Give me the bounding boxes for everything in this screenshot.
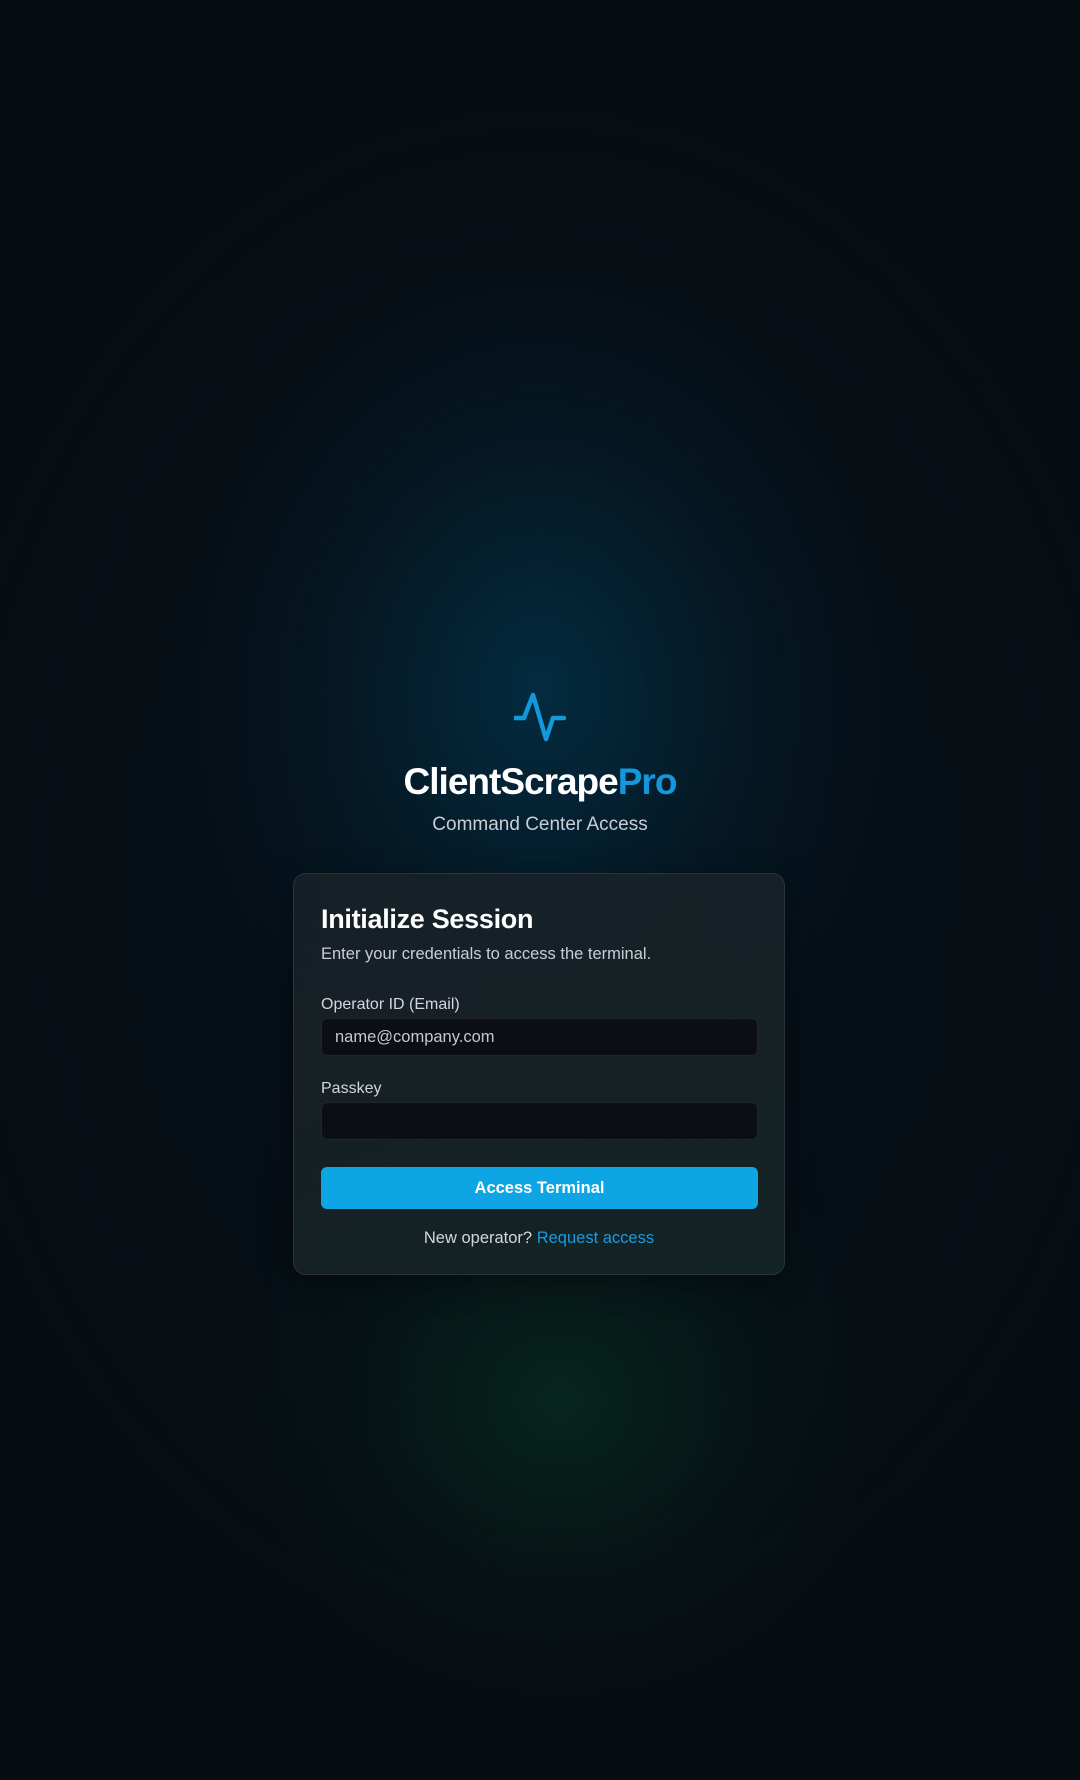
request-access-link[interactable]: Request access [537,1229,654,1247]
brand-name-accent: Pro [617,761,678,802]
passkey-label: Passkey [321,1080,382,1097]
footer-prompt: New operator? [423,1229,533,1247]
email-label: Operator ID (Email) [321,996,460,1013]
brand-tagline: Command Center Access [432,814,648,835]
pulse-icon [514,692,566,742]
card-title: Initialize Session [321,904,534,934]
passkey-field[interactable] [321,1102,758,1140]
card-subtitle: Enter your credentials to access the ter… [321,945,652,963]
email-field[interactable] [321,1018,758,1056]
request-access-line: New operator? Request access [294,1226,784,1250]
access-terminal-button[interactable]: Access Terminal [321,1167,758,1209]
brand-name-main: ClientScrape [403,761,619,802]
brand-name: ClientScrapePro [0,755,1080,809]
login-card: Initialize Session Enter your credential… [293,873,785,1275]
